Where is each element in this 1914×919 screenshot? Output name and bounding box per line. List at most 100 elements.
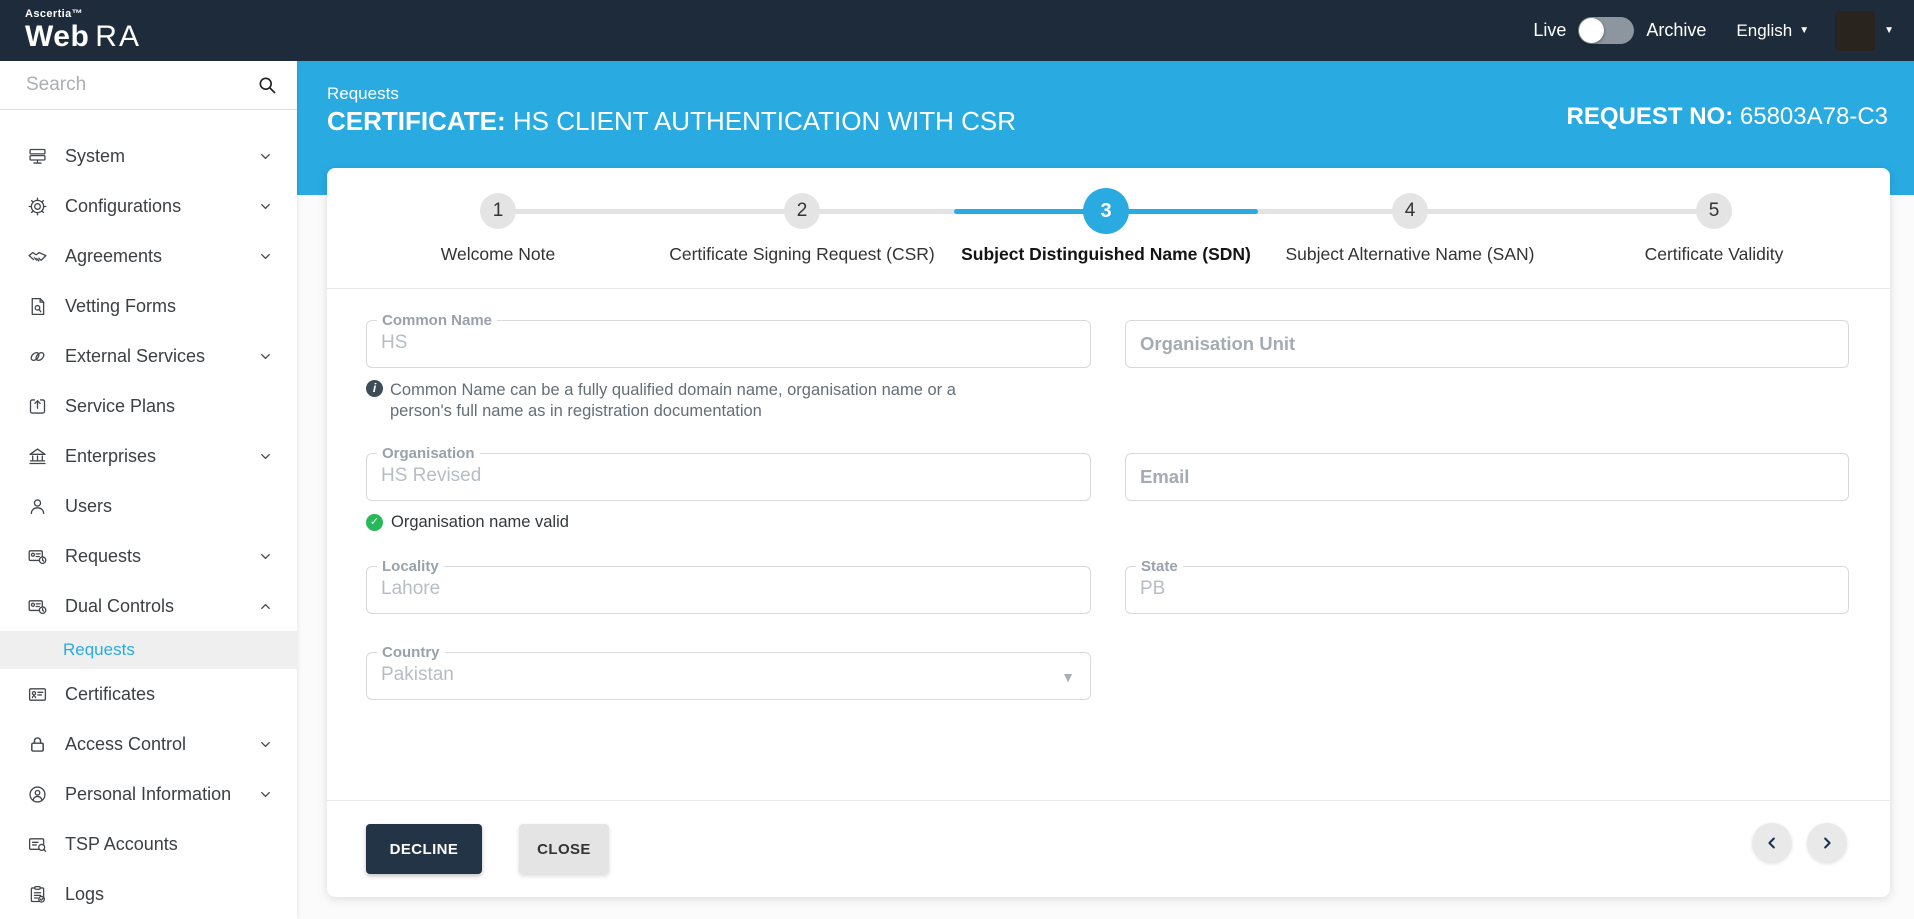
sidebar-item-label: Access Control: [65, 733, 187, 754]
top-bar: Ascertia™ Web RA Live Archive English ▼ ▼: [0, 0, 1914, 61]
avatar-chevron-down-icon[interactable]: ▼: [1884, 25, 1894, 36]
chevron-down-icon: ▼: [1799, 25, 1810, 36]
sidebar-item-dual-controls[interactable]: Dual Controls: [0, 581, 297, 631]
sidebar-item-label: Service Plans: [65, 395, 176, 416]
brand-ra: RA: [95, 20, 141, 53]
sidebar-item-system[interactable]: System: [0, 131, 297, 181]
user-circle-icon: [29, 785, 46, 803]
sidebar-item-vetting-forms[interactable]: Vetting Forms: [0, 281, 297, 331]
request-number: REQUEST NO: 65803A78-C3: [1567, 103, 1888, 131]
step-1-circle[interactable]: 1: [480, 193, 516, 229]
sidebar-item-requests[interactable]: Requests: [0, 531, 297, 581]
chevron-down-icon: [261, 741, 270, 747]
state-label: State: [1136, 558, 1183, 575]
archive-label[interactable]: Archive: [1646, 20, 1706, 41]
request-number-value: 65803A78-C3: [1733, 103, 1888, 130]
step-4-circle[interactable]: 4: [1392, 193, 1428, 229]
breadcrumb: Requests: [327, 84, 399, 103]
user-icon: [30, 498, 45, 514]
sidebar-item-label: Enterprises: [65, 445, 157, 466]
locality-field[interactable]: Locality Lahore: [366, 558, 1091, 614]
state-field[interactable]: State PB: [1125, 558, 1849, 614]
sidebar-item-label: Logs: [65, 883, 105, 904]
chevron-down-icon: [261, 791, 270, 797]
dropdown-caret-icon: ▼: [1061, 669, 1075, 685]
footer-divider: [327, 800, 1890, 801]
country-select[interactable]: Country Pakistan ▼: [366, 644, 1091, 700]
chevron-right-icon: [1824, 837, 1831, 849]
app-logo: Ascertia™ Web RA: [25, 9, 141, 52]
sidebar-item-logs[interactable]: Logs: [0, 869, 297, 919]
common-name-label: Common Name: [377, 312, 498, 329]
search-icon[interactable]: [257, 75, 277, 95]
organisation-field[interactable]: Organisation HS Revised: [366, 445, 1091, 501]
organisation-unit-field[interactable]: Organisation Unit: [1125, 320, 1849, 368]
sidebar-item-label: Requests: [65, 545, 142, 566]
sidebar-item-enterprises[interactable]: Enterprises: [0, 431, 297, 481]
chevron-up-icon: [261, 603, 270, 609]
live-archive-toggle[interactable]: [1578, 17, 1635, 44]
sidebar-item-label: Personal Information: [65, 783, 232, 804]
sidebar-item-label: Dual Controls: [65, 595, 175, 616]
sidebar-nav: System Configurations Agreements Vetting…: [0, 110, 297, 919]
organisation-label: Organisation: [377, 445, 480, 462]
state-value: PB: [1140, 578, 1166, 599]
decline-button[interactable]: DECLINE: [366, 824, 482, 874]
request-card-icon: [28, 549, 47, 564]
account-search-icon: [28, 837, 47, 852]
sidebar-item-configurations[interactable]: Configurations: [0, 181, 297, 231]
lock-icon: [31, 736, 44, 752]
sidebar-item-users[interactable]: Users: [0, 481, 297, 531]
language-dropdown[interactable]: English ▼: [1736, 21, 1809, 41]
organisation-valid-text: Organisation name valid: [391, 513, 569, 531]
toggle-knob: [1579, 18, 1605, 43]
link-icon: [30, 351, 45, 361]
step-2-circle[interactable]: 2: [784, 193, 820, 229]
sidebar-item-label: Certificates: [65, 683, 156, 704]
page-title-prefix: CERTIFICATE:: [327, 106, 506, 136]
sidebar-item-label: Configurations: [65, 195, 182, 216]
locality-label: Locality: [377, 558, 444, 575]
dual-controls-icon: [28, 599, 47, 614]
step-5-circle[interactable]: 5: [1696, 193, 1732, 229]
brand-ascertia: Ascertia™: [25, 8, 84, 20]
sidebar-subitem-requests-active[interactable]: Requests: [0, 631, 297, 669]
page-title-text: HS CLIENT AUTHENTICATION WITH CSR: [505, 106, 1017, 136]
step-3-circle[interactable]: 3: [1083, 188, 1129, 234]
brand-web: Web: [25, 20, 90, 53]
sidebar-item-label: System: [65, 145, 126, 166]
check-circle-icon: ✓: [366, 514, 383, 531]
sidebar-item-agreements[interactable]: Agreements: [0, 231, 297, 281]
info-icon: i: [366, 380, 383, 397]
sidebar-search: [0, 61, 297, 110]
close-button[interactable]: CLOSE: [519, 824, 609, 874]
sidebar-item-access-control[interactable]: Access Control: [0, 719, 297, 769]
common-name-field[interactable]: Common Name HS: [366, 312, 1091, 368]
common-name-hint: i Common Name can be a fully qualified d…: [366, 380, 1006, 422]
wizard-card: 1 2 3 4 5 Welcome Note Certificate Signi…: [327, 168, 1890, 897]
chevron-down-icon: [261, 353, 270, 359]
sidebar-item-personal-information[interactable]: Personal Information: [0, 769, 297, 819]
step-5-label: Certificate Validity: [1644, 244, 1784, 264]
sidebar-item-external-services[interactable]: External Services: [0, 331, 297, 381]
live-label[interactable]: Live: [1533, 20, 1566, 41]
step-1-label: Welcome Note: [440, 244, 556, 264]
certificate-card-icon: [28, 687, 47, 701]
country-value: Pakistan: [381, 664, 454, 685]
chevron-left-icon: [1768, 837, 1775, 849]
sidebar-item-certificates[interactable]: Certificates: [0, 669, 297, 719]
common-name-hint-text: Common Name can be a fully qualified dom…: [390, 381, 956, 420]
sidebar-item-tsp-accounts[interactable]: TSP Accounts: [0, 819, 297, 869]
email-field[interactable]: Email: [1125, 453, 1849, 501]
search-input[interactable]: [0, 61, 230, 109]
bank-icon: [29, 447, 46, 464]
organisation-unit-placeholder: Organisation Unit: [1140, 333, 1296, 354]
handshake-icon: [28, 251, 47, 262]
country-label: Country: [377, 644, 445, 661]
sidebar-item-service-plans[interactable]: Service Plans: [0, 381, 297, 431]
sidebar-item-label: External Services: [65, 345, 206, 366]
box-upload-icon: [29, 398, 46, 414]
previous-step-button[interactable]: [1752, 823, 1792, 863]
next-step-button[interactable]: [1807, 823, 1847, 863]
avatar[interactable]: [1835, 10, 1876, 51]
